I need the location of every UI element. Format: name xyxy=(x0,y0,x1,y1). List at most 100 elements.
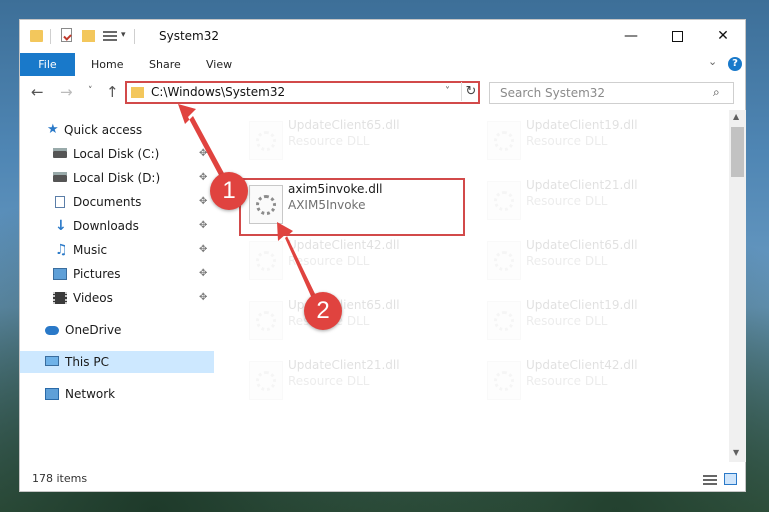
music-icon: ♫ xyxy=(55,242,68,258)
view-options-icon[interactable] xyxy=(103,29,117,41)
folder-icon[interactable] xyxy=(30,30,43,42)
sidebar-item-quick-access[interactable]: ★ Quick access xyxy=(20,119,214,141)
sidebar-item-label: This PC xyxy=(65,355,109,369)
tab-home[interactable]: Home xyxy=(91,53,123,76)
scroll-up-arrow-icon[interactable]: ▲ xyxy=(733,112,739,121)
search-icon[interactable]: ⌕ xyxy=(713,85,720,100)
address-bar[interactable]: C:\Windows\System32 ˅ ↻ xyxy=(125,81,480,104)
new-folder-icon[interactable] xyxy=(82,30,95,42)
dll-file-icon xyxy=(487,361,521,400)
expand-ribbon-icon[interactable]: ⌄ xyxy=(708,55,717,68)
step-2-badge: 2 xyxy=(304,292,342,330)
tab-share[interactable]: Share xyxy=(149,53,181,76)
customize-toolbar-dropdown-icon[interactable]: ▾ xyxy=(121,30,126,40)
minimize-button[interactable]: — xyxy=(608,20,654,52)
sidebar-item-onedrive[interactable]: OneDrive xyxy=(20,319,214,341)
file-item[interactable]: UpdateClient19.dll Resource DLL xyxy=(476,114,702,164)
pictures-icon xyxy=(53,268,67,280)
star-icon: ★ xyxy=(47,122,59,137)
properties-icon[interactable] xyxy=(61,28,72,42)
pin-icon[interactable]: ✥ xyxy=(199,167,207,189)
file-description: Resource DLL xyxy=(526,194,608,208)
file-description: Resource DLL xyxy=(288,254,370,268)
pin-icon[interactable]: ✥ xyxy=(199,215,207,237)
close-button[interactable]: ✕ xyxy=(700,20,746,52)
forward-arrow-icon[interactable]: → xyxy=(60,83,73,101)
details-view-icon[interactable] xyxy=(703,473,717,485)
tab-file[interactable]: File xyxy=(20,53,75,76)
download-icon: ↓ xyxy=(55,218,67,234)
pin-icon[interactable]: ✥ xyxy=(199,143,207,165)
sidebar-item-pictures[interactable]: Pictures ✥ xyxy=(20,263,214,285)
sidebar-item-label: Quick access xyxy=(64,123,143,137)
file-description: Resource DLL xyxy=(288,134,370,148)
search-input[interactable]: Search System32 ⌕ xyxy=(489,82,734,104)
file-item[interactable]: UpdateClient42.dll Resource DLL xyxy=(476,354,702,404)
scroll-down-arrow-icon[interactable]: ▼ xyxy=(733,448,739,457)
vertical-scrollbar[interactable]: ▲ ▼ xyxy=(729,110,746,462)
file-name: UpdateClient42.dll xyxy=(526,358,638,372)
window-title: System32 xyxy=(159,29,220,43)
network-icon xyxy=(45,388,59,400)
sidebar-item-label: Network xyxy=(65,387,116,401)
sidebar-item-label: Documents xyxy=(73,195,142,209)
back-arrow-icon[interactable]: ← xyxy=(31,83,44,101)
videos-icon xyxy=(53,292,67,304)
sidebar-item-this-pc[interactable]: This PC xyxy=(20,351,214,373)
scrollbar-thumb[interactable] xyxy=(731,127,744,177)
file-item[interactable]: UpdateClient21.dll Resource DLL xyxy=(238,354,464,404)
file-item[interactable]: UpdateClient65.dll Resource DLL xyxy=(238,114,464,164)
sidebar-item-network[interactable]: Network xyxy=(20,383,214,405)
dll-file-icon xyxy=(487,301,521,340)
file-item[interactable]: UpdateClient65.dll Resource DLL xyxy=(476,234,702,284)
help-icon[interactable]: ? xyxy=(728,57,742,71)
file-description: Resource DLL xyxy=(526,254,608,268)
file-item[interactable]: UpdateClient65.dll Resource DLL xyxy=(238,294,464,344)
pin-icon[interactable]: ✥ xyxy=(199,191,207,213)
drive-icon xyxy=(53,148,67,158)
file-name: UpdateClient21.dll xyxy=(288,358,400,372)
sidebar-item-downloads[interactable]: ↓ Downloads ✥ xyxy=(20,215,214,237)
file-name: UpdateClient65.dll xyxy=(288,118,400,132)
tab-view[interactable]: View xyxy=(206,53,232,76)
pin-icon[interactable]: ✥ xyxy=(199,287,207,309)
step-1-badge: 1 xyxy=(210,172,248,210)
ribbon-tabs: File Home Share View ⌄ ? xyxy=(20,53,745,77)
sidebar-item-label: Pictures xyxy=(73,267,121,281)
file-description: Resource DLL xyxy=(526,134,608,148)
toolbar-divider xyxy=(50,29,51,44)
sidebar-item-videos[interactable]: Videos ✥ xyxy=(20,287,214,309)
file-list: UpdateClient65.dll Resource DLL UpdateCl… xyxy=(216,110,728,455)
sidebar-item-local-disk-d[interactable]: Local Disk (D:) ✥ xyxy=(20,167,214,189)
recent-locations-icon[interactable]: ˅ xyxy=(88,86,93,96)
file-item[interactable]: UpdateClient42.dll Resource DLL xyxy=(238,234,464,284)
address-dropdown-icon[interactable]: ˅ xyxy=(445,86,450,97)
maximize-button[interactable] xyxy=(654,20,700,52)
file-description: Resource DLL xyxy=(526,374,608,388)
file-name: UpdateClient21.dll xyxy=(526,178,638,192)
pin-icon[interactable]: ✥ xyxy=(199,239,207,261)
status-bar: 178 items xyxy=(20,469,745,491)
file-item[interactable]: UpdateClient21.dll Resource DLL xyxy=(476,174,702,224)
sidebar-item-local-disk-c[interactable]: Local Disk (C:) ✥ xyxy=(20,143,214,165)
sidebar-item-music[interactable]: ♫ Music ✥ xyxy=(20,239,214,261)
refresh-icon[interactable]: ↻ xyxy=(461,82,480,101)
sidebar-item-label: Music xyxy=(73,243,108,257)
sidebar-item-documents[interactable]: Documents ✥ xyxy=(20,191,214,213)
address-path[interactable]: C:\Windows\System32 xyxy=(151,85,285,99)
file-name: UpdateClient42.dll xyxy=(288,238,400,252)
dll-file-icon xyxy=(249,121,283,160)
up-arrow-icon[interactable]: ↑ xyxy=(106,83,119,101)
sidebar-item-label: Downloads xyxy=(73,219,139,233)
dll-file-icon xyxy=(249,301,283,340)
navigation-pane: ★ Quick access Local Disk (C:) ✥ Local D… xyxy=(20,110,214,460)
large-icons-view-icon[interactable] xyxy=(724,473,737,485)
sidebar-item-label: OneDrive xyxy=(65,323,122,337)
dll-file-icon xyxy=(487,121,521,160)
file-item[interactable]: UpdateClient19.dll Resource DLL xyxy=(476,294,702,344)
sidebar-item-label: Local Disk (C:) xyxy=(73,147,160,161)
pin-icon[interactable]: ✥ xyxy=(199,263,207,285)
file-name: UpdateClient65.dll xyxy=(526,238,638,252)
dll-file-icon xyxy=(249,241,283,280)
file-name: UpdateClient19.dll xyxy=(526,298,638,312)
